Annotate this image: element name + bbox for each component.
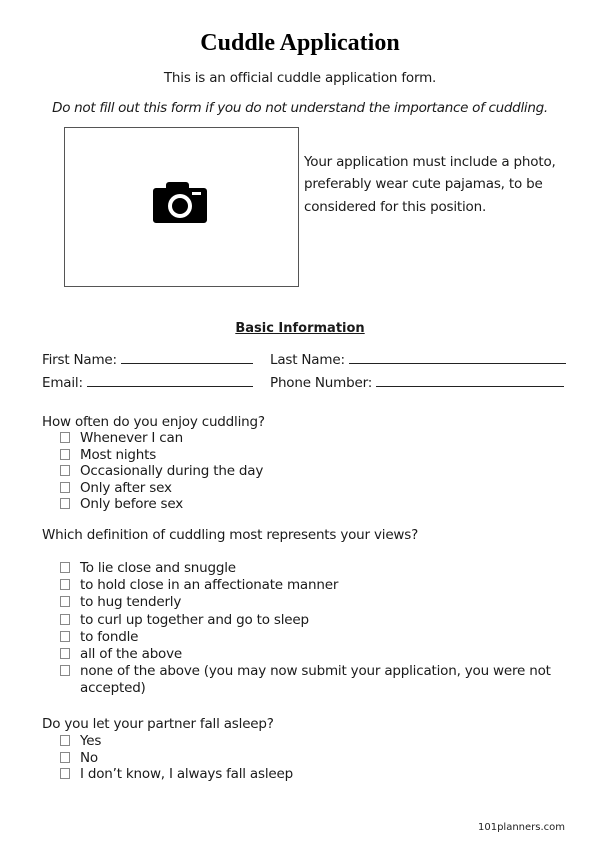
question-cuddle-frequency: How often do you enjoy cuddling?	[42, 414, 265, 430]
option-item[interactable]: to curl up together and go to sleep	[60, 612, 551, 629]
option-item-continuation: accepted)	[80, 680, 146, 697]
checkbox[interactable]	[60, 768, 70, 779]
checkbox[interactable]	[60, 481, 70, 493]
phone-label: Phone Number:	[270, 375, 373, 391]
option-item[interactable]: Only after sex	[60, 480, 263, 497]
question-cuddling-definition: Which definition of cuddling most repres…	[42, 527, 419, 543]
option-item[interactable]: No	[60, 750, 293, 767]
phone-field: Phone Number:	[270, 374, 565, 391]
checkbox[interactable]	[60, 579, 70, 591]
email-label: Email:	[42, 375, 83, 391]
options-partner-asleep: Yes No I don’t know, I always fall aslee…	[60, 733, 293, 783]
options-cuddling-definition: To lie close and snuggle to hold close i…	[60, 560, 551, 698]
option-item[interactable]: Whenever I can	[60, 430, 263, 447]
option-item[interactable]: to hug tenderly	[60, 594, 551, 611]
email-field: Email:	[42, 374, 253, 391]
option-item[interactable]: Occasionally during the day	[60, 463, 263, 480]
checkbox[interactable]	[60, 751, 70, 763]
phone-input[interactable]	[376, 374, 565, 387]
first-name-label: First Name:	[42, 352, 117, 368]
page-title: Cuddle Application	[200, 30, 400, 56]
checkbox[interactable]	[60, 735, 70, 746]
first-name-field: First Name:	[42, 351, 253, 368]
section-heading-basic-information: Basic Information	[235, 321, 365, 336]
option-item[interactable]: Yes	[60, 733, 293, 750]
option-item[interactable]: to fondle	[60, 629, 551, 646]
last-name-field: Last Name:	[270, 351, 566, 368]
option-item[interactable]: To lie close and snuggle	[60, 560, 551, 577]
checkbox[interactable]	[60, 630, 70, 642]
option-item[interactable]: Only before sex	[60, 496, 263, 513]
checkbox[interactable]	[60, 448, 70, 460]
last-name-input[interactable]	[348, 351, 566, 364]
checkbox[interactable]	[60, 432, 70, 443]
option-item[interactable]: I don’t know, I always fall asleep	[60, 766, 293, 783]
first-name-input[interactable]	[120, 351, 253, 364]
footer-site: 101planners.com	[478, 822, 566, 833]
camera-icon	[153, 182, 207, 223]
checkbox[interactable]	[60, 665, 70, 677]
option-item[interactable]: all of the above	[60, 646, 551, 663]
checkbox[interactable]	[60, 498, 70, 509]
checkbox[interactable]	[60, 596, 70, 608]
photo-instructions: Your application must include a photo, p…	[304, 154, 556, 215]
checkbox[interactable]	[60, 647, 70, 659]
subtitle: This is an official cuddle application f…	[163, 70, 437, 86]
question-partner-asleep: Do you let your partner fall asleep?	[42, 716, 274, 732]
last-name-label: Last Name:	[270, 352, 345, 368]
option-item[interactable]: to hold close in an affectionate manner	[60, 577, 551, 594]
option-item[interactable]: none of the above (you may now submit yo…	[60, 663, 551, 680]
checkbox[interactable]	[60, 613, 70, 625]
options-cuddle-frequency: Whenever I can Most nights Occasionally …	[60, 430, 263, 513]
option-item[interactable]: Most nights	[60, 447, 263, 464]
checkbox[interactable]	[60, 562, 70, 573]
warning-text: Do not fill out this form if you do not …	[52, 100, 548, 116]
checkbox[interactable]	[60, 465, 70, 476]
email-input[interactable]	[86, 374, 253, 387]
